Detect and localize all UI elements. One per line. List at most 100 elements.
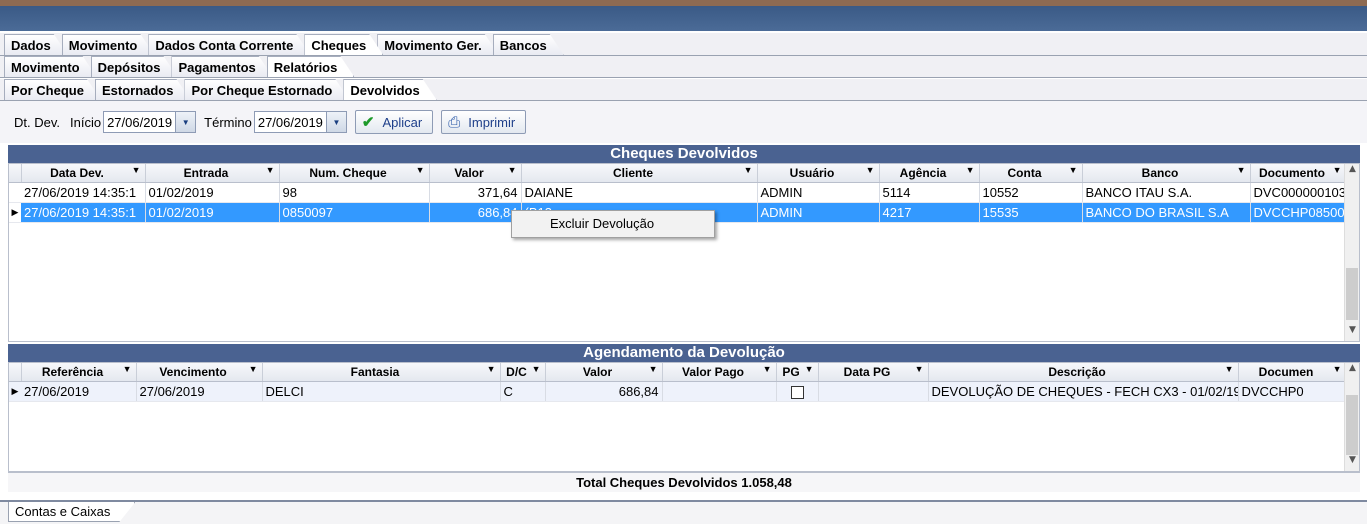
filter-dropdown-icon[interactable]: ▼: [744, 165, 753, 175]
tab-dados-conta-corrente[interactable]: Dados Conta Corrente: [148, 34, 310, 55]
column-header-descricao[interactable]: Descrição ▼: [928, 363, 1239, 382]
tab-movimento[interactable]: Movimento: [62, 34, 155, 55]
tab-por-cheque-estornado[interactable]: Por Cheque Estornado: [184, 79, 349, 100]
cell-data-dev[interactable]: 27/06/2019 14:35:1: [21, 182, 146, 203]
termino-date-value[interactable]: 27/06/2019: [255, 115, 326, 130]
column-header-documen[interactable]: Documen ▼: [1238, 363, 1347, 382]
filter-dropdown-icon[interactable]: ▼: [1225, 364, 1234, 374]
cell-d-c[interactable]: C: [500, 381, 546, 402]
cell-data-dev[interactable]: 27/06/2019 14:35:1: [21, 202, 146, 223]
filter-dropdown-icon[interactable]: ▼: [508, 165, 517, 175]
pg-checkbox[interactable]: [790, 385, 804, 399]
column-header-data-pg[interactable]: Data PG ▼: [818, 363, 929, 382]
filter-dropdown-icon[interactable]: ▼: [966, 165, 975, 175]
scroll-down-icon[interactable]: ▼: [1345, 455, 1359, 471]
cell-usuario[interactable]: ADMIN: [757, 182, 880, 203]
termino-date-picker[interactable]: 27/06/2019 ▼: [253, 111, 347, 133]
tab-depositos[interactable]: Depósitos: [91, 56, 178, 77]
filter-dropdown-icon[interactable]: ▼: [123, 364, 132, 374]
filter-dropdown-icon[interactable]: ▼: [1333, 165, 1342, 175]
cell-num-cheque[interactable]: 98: [279, 182, 430, 203]
cell-usuario[interactable]: ADMIN: [757, 202, 880, 223]
filter-dropdown-icon[interactable]: ▼: [532, 364, 541, 374]
cell-pg[interactable]: [776, 381, 819, 402]
cell-valor[interactable]: 686,84: [429, 202, 522, 223]
filter-dropdown-icon[interactable]: ▼: [416, 165, 425, 175]
inicio-date-picker[interactable]: 27/06/2019 ▼: [103, 111, 197, 133]
scrollbar-thumb[interactable]: [1346, 395, 1358, 455]
cell-valor-pago[interactable]: [662, 381, 777, 402]
cell-num-cheque[interactable]: 0850097: [279, 202, 430, 223]
filter-dropdown-icon[interactable]: ▼: [805, 364, 814, 374]
column-header-agencia[interactable]: Agência ▼: [879, 164, 980, 183]
scroll-up-icon[interactable]: ▲: [1345, 363, 1359, 379]
column-header-data-dev[interactable]: Data Dev. ▼: [21, 164, 146, 183]
column-header-conta[interactable]: Conta ▼: [979, 164, 1083, 183]
cell-documento[interactable]: DVCCHP0850097: [1250, 202, 1347, 223]
tab-relatorios[interactable]: Relatórios: [267, 56, 355, 77]
chevron-down-icon[interactable]: ▼: [175, 112, 196, 132]
tab-contas-e-caixas[interactable]: Contas e Caixas: [8, 502, 135, 522]
scroll-down-icon[interactable]: ▼: [1345, 325, 1359, 341]
cell-documen[interactable]: DVCCHP0: [1238, 381, 1347, 402]
column-header-d-c[interactable]: D/C ▼: [500, 363, 546, 382]
filter-dropdown-icon[interactable]: ▼: [866, 165, 875, 175]
column-header-num-cheque[interactable]: Num. Cheque ▼: [279, 164, 430, 183]
cell-entrada[interactable]: 01/02/2019: [145, 202, 280, 223]
filter-dropdown-icon[interactable]: ▼: [1237, 165, 1246, 175]
tab-movimento-ger[interactable]: Movimento Ger.: [377, 34, 499, 55]
table-row[interactable]: 27/06/2019 14:35:1 01/02/2019 98 371,64 DAIA…: [9, 182, 1347, 203]
column-header-fantasia[interactable]: Fantasia ▼: [262, 363, 501, 382]
imprimir-button[interactable]: ⎙ Imprimir: [441, 110, 527, 134]
column-header-valor[interactable]: Valor ▼: [545, 363, 663, 382]
cell-descricao[interactable]: DEVOLUÇÃO DE CHEQUES - FECH CX3 - 01/02/…: [928, 381, 1239, 402]
filter-dropdown-icon[interactable]: ▼: [249, 364, 258, 374]
tab-dados[interactable]: Dados: [4, 34, 68, 55]
column-header-valor[interactable]: Valor ▼: [429, 164, 522, 183]
cell-conta[interactable]: 10552: [979, 182, 1083, 203]
column-header-banco[interactable]: Banco ▼: [1082, 164, 1251, 183]
inicio-date-value[interactable]: 27/06/2019: [104, 115, 175, 130]
tab-cheques[interactable]: Cheques: [304, 34, 383, 55]
filter-dropdown-icon[interactable]: ▼: [763, 364, 772, 374]
tab-pagamentos[interactable]: Pagamentos: [171, 56, 272, 77]
scroll-up-icon[interactable]: ▲: [1345, 164, 1359, 180]
tab-estornados[interactable]: Estornados: [95, 79, 191, 100]
filter-dropdown-icon[interactable]: ▼: [649, 364, 658, 374]
cell-banco[interactable]: BANCO DO BRASIL S.A: [1082, 202, 1251, 223]
column-header-vencimento[interactable]: Vencimento ▼: [136, 363, 263, 382]
tab-por-cheque[interactable]: Por Cheque: [4, 79, 101, 100]
column-header-pg[interactable]: PG ▼: [776, 363, 819, 382]
aplicar-button[interactable]: ✔ Aplicar: [354, 110, 434, 134]
filter-dropdown-icon[interactable]: ▼: [1333, 364, 1342, 374]
cell-agencia[interactable]: 4217: [879, 202, 980, 223]
cell-vencimento[interactable]: 27/06/2019: [136, 381, 263, 402]
cell-cliente[interactable]: DAIANE: [521, 182, 758, 203]
filter-dropdown-icon[interactable]: ▼: [487, 364, 496, 374]
cell-banco[interactable]: BANCO ITAU S.A.: [1082, 182, 1251, 203]
cell-valor[interactable]: 371,64: [429, 182, 522, 203]
filter-dropdown-icon[interactable]: ▼: [266, 165, 275, 175]
tab-bancos[interactable]: Bancos: [493, 34, 564, 55]
column-header-documento[interactable]: Documento ▼: [1250, 164, 1347, 183]
column-header-usuario[interactable]: Usuário ▼: [757, 164, 880, 183]
excluir-devolucao-menu-item[interactable]: Excluir Devolução: [550, 216, 654, 231]
column-header-referencia[interactable]: Referência ▼: [21, 363, 137, 382]
cell-entrada[interactable]: 01/02/2019: [145, 182, 280, 203]
cell-referencia[interactable]: 27/06/2019: [21, 381, 137, 402]
cell-documento[interactable]: DVC000000103: [1250, 182, 1347, 203]
cell-agencia[interactable]: 5114: [879, 182, 980, 203]
table-row[interactable]: ▶ 27/06/2019 27/06/2019 DELCI C 686,84 DEVOLUÇ…: [9, 381, 1347, 402]
filter-dropdown-icon[interactable]: ▼: [915, 364, 924, 374]
filter-dropdown-icon[interactable]: ▼: [1069, 165, 1078, 175]
agendamento-vertical-scrollbar[interactable]: ▲ ▼: [1344, 363, 1359, 471]
scrollbar-thumb[interactable]: [1346, 268, 1358, 320]
column-header-cliente[interactable]: Cliente ▼: [521, 164, 758, 183]
cell-valor[interactable]: 686,84: [545, 381, 663, 402]
chevron-down-icon[interactable]: ▼: [325, 112, 346, 132]
cheques-vertical-scrollbar[interactable]: ▲ ▼: [1344, 164, 1359, 341]
column-header-valor-pago[interactable]: Valor Pago ▼: [662, 363, 777, 382]
tab-devolvidos[interactable]: Devolvidos: [343, 79, 436, 100]
column-header-entrada[interactable]: Entrada ▼: [145, 164, 280, 183]
cell-conta[interactable]: 15535: [979, 202, 1083, 223]
